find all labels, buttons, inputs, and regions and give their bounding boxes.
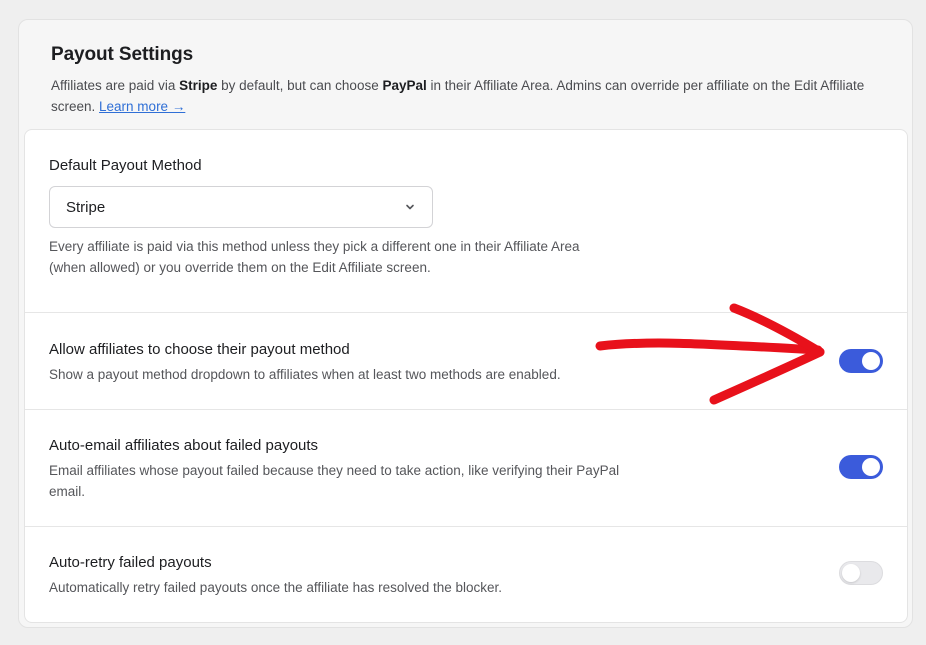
default-payout-method-label: Default Payout Method <box>49 157 202 174</box>
panel-header: Payout Settings Affiliates are paid via … <box>19 20 912 117</box>
desc-text: by default, but can choose <box>217 78 383 93</box>
setting-row-auto-email: Auto-email affiliates about failed payou… <box>25 410 907 527</box>
payout-settings-panel: Payout Settings Affiliates are paid via … <box>18 19 913 628</box>
settings-card: Default Payout Method Stripe Every affil… <box>24 129 908 623</box>
default-payout-method-section: Default Payout Method Stripe Every affil… <box>25 130 907 313</box>
chevron-down-icon <box>406 204 414 210</box>
desc-stripe: Stripe <box>179 78 218 93</box>
auto-email-failed-payouts-toggle[interactable] <box>839 455 883 479</box>
learn-more-link[interactable]: Learn more → <box>99 99 185 114</box>
toggle-knob <box>862 352 880 370</box>
setting-label: Auto-email affiliates about failed payou… <box>49 437 319 454</box>
setting-label: Auto-retry failed payouts <box>49 554 212 571</box>
default-payout-method-help: Every affiliate is paid via this method … <box>49 239 580 275</box>
setting-help: Automatically retry failed payouts once … <box>49 580 503 595</box>
auto-retry-failed-payouts-toggle[interactable] <box>839 561 883 585</box>
desc-paypal: PayPal <box>382 78 427 93</box>
default-payout-method-select[interactable]: Stripe <box>49 186 433 228</box>
setting-help: Email affiliates whose payout failed bec… <box>49 463 620 499</box>
desc-text: Affiliates are paid via <box>51 78 180 93</box>
setting-label: Allow affiliates to choose their payout … <box>49 341 350 358</box>
setting-help: Show a payout method dropdown to affilia… <box>49 367 561 382</box>
select-value: Stripe <box>66 198 106 216</box>
allow-choose-payout-toggle[interactable] <box>839 349 883 373</box>
setting-row-auto-retry: Auto-retry failed payouts Automatically … <box>25 527 907 622</box>
panel-description: Affiliates are paid via Stripe by defaul… <box>51 75 880 117</box>
page-title: Payout Settings <box>51 44 194 65</box>
toggle-knob <box>862 458 880 476</box>
setting-row-allow-choose: Allow affiliates to choose their payout … <box>25 313 907 410</box>
toggle-knob <box>842 564 860 582</box>
